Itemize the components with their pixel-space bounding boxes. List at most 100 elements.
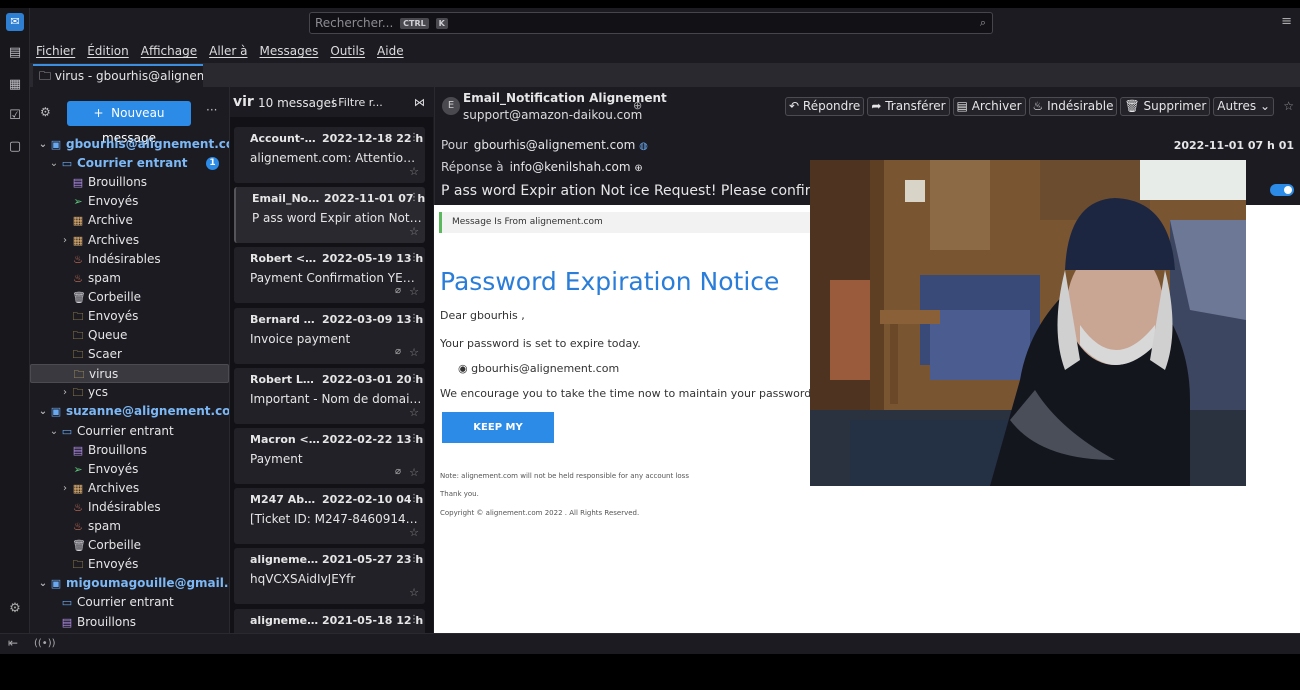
folder-row[interactable]: ▭ Courrier entrant xyxy=(30,593,229,612)
collapse-spaces-icon[interactable]: ⇤ xyxy=(8,636,18,650)
address-book-icon[interactable]: ▤ xyxy=(6,44,24,62)
calendar-icon[interactable]: ▦ xyxy=(6,76,24,94)
remote-content-toggle[interactable] xyxy=(1270,184,1294,196)
chevron-down-icon[interactable]: ⌄ xyxy=(49,422,59,441)
message-card[interactable]: Bernard <bo...2022-03-09 13 h 01Invoice … xyxy=(234,307,425,364)
star-icon[interactable]: ☆ xyxy=(409,285,419,298)
chat-icon[interactable]: ▢ xyxy=(6,138,24,156)
folder-row[interactable]: 🗑 Corbeille xyxy=(30,288,229,307)
card-menu-icon[interactable]: ⋮ xyxy=(409,373,419,384)
forward-button[interactable]: ➦ Transférer xyxy=(867,97,950,116)
global-search-input[interactable]: Rechercher... CTRL K ⌕ xyxy=(309,12,993,34)
folder-row[interactable]: ⌄ ▭ Courrier entrant 1 xyxy=(30,154,229,173)
add-contact-icon[interactable]: ⊕ xyxy=(633,99,642,112)
card-menu-icon[interactable]: ⋮ xyxy=(409,132,419,143)
to-label: Pour xyxy=(441,138,468,152)
account-row[interactable]: ⌄▣ migoumagouille@gmail.c... xyxy=(30,574,229,593)
keep-password-button[interactable]: KEEP MY PASSWORD xyxy=(442,412,554,464)
message-card[interactable]: Macron <sjo...2022-02-22 13 h 16Payment⋮… xyxy=(234,428,425,484)
folder-row[interactable]: › ▦ Archives xyxy=(30,231,229,250)
folder-row[interactable]: ➢ Envoyés xyxy=(30,460,229,479)
folder-row[interactable]: ▤ Brouillons xyxy=(30,441,229,460)
sender-email[interactable]: support@amazon-daikou.com xyxy=(463,108,642,122)
message-card[interactable]: Robert <sta...2022-05-19 13 h 16Payment … xyxy=(234,247,425,304)
activity-icon[interactable]: ((•)) xyxy=(34,638,56,649)
star-icon[interactable]: ☆ xyxy=(409,586,419,599)
folder-row[interactable]: 🗀 Envoyés xyxy=(30,307,229,326)
menu-2[interactable]: Affichage xyxy=(135,40,203,62)
chevron-right-icon[interactable]: › xyxy=(60,383,70,402)
folder-row[interactable]: ➢ Envoyés xyxy=(30,192,229,211)
folder-row[interactable]: ♨ spam xyxy=(30,517,229,536)
quick-filter-button[interactable]: ⫶ Filtre r... xyxy=(332,96,383,110)
reply-button[interactable]: ↶ Répondre xyxy=(785,97,865,116)
banner-domain: alignement.com xyxy=(529,217,603,227)
folder-row[interactable]: ♨ Indésirables xyxy=(30,250,229,269)
junk-button[interactable]: ♨ Indésirable xyxy=(1028,97,1118,116)
menu-1[interactable]: Édition xyxy=(81,40,135,62)
star-icon[interactable]: ☆ xyxy=(409,225,419,238)
message-card[interactable]: M247 Abuzu...2022-02-10 04 h 31[Ticket I… xyxy=(234,488,425,545)
chevron-down-icon: ⌄ xyxy=(1259,99,1270,113)
reply-to-address[interactable]: info@kenilshah.com xyxy=(510,160,631,174)
tasks-icon[interactable]: ☑ xyxy=(6,107,24,125)
more-options-icon[interactable]: ··· xyxy=(206,103,217,117)
card-menu-icon[interactable]: ⋮ xyxy=(409,493,419,504)
mail-space-icon[interactable]: ✉ xyxy=(6,13,24,31)
message-card[interactable]: alignement....2021-05-27 23 h 28hqVCXSAi… xyxy=(234,548,425,605)
folder-row[interactable]: ♨ spam xyxy=(30,269,229,288)
message-card[interactable]: Email_Notifi...2022-11-01 07 h 01P ass w… xyxy=(234,187,425,244)
folder-pane-settings-icon[interactable]: ⚙ xyxy=(40,105,51,119)
account-row[interactable]: ⌄ ▣ gbourhis@alignement.com xyxy=(30,135,229,154)
message-card[interactable]: Robert Lapo...2022-03-01 20 h 03Importan… xyxy=(234,367,425,424)
card-menu-icon[interactable]: ⋮ xyxy=(409,313,419,324)
card-menu-icon[interactable]: ⋮ xyxy=(409,433,419,444)
chevron-down-icon[interactable]: ⌄ xyxy=(38,402,48,421)
more-button[interactable]: Autres ⌄ xyxy=(1213,97,1274,116)
folder-row[interactable]: 🗀 Queue xyxy=(30,326,229,345)
folder-row[interactable]: 🗑 Corbeille xyxy=(30,536,229,555)
message-card[interactable]: alignement....2021-05-18 12 h 38ATTENTIO… xyxy=(234,608,425,633)
account-row[interactable]: ⌄ ▣ suzanne@alignement.com xyxy=(30,402,229,421)
chevron-right-icon[interactable]: › xyxy=(60,231,70,250)
delete-button[interactable]: 🗑 Supprimer xyxy=(1120,97,1211,116)
chevron-down-icon[interactable]: ⌄ xyxy=(38,135,48,154)
app-menu-icon[interactable]: ≡ xyxy=(1281,14,1292,29)
menu-0[interactable]: Fichier xyxy=(30,40,81,62)
archive-button[interactable]: ▤ Archiver xyxy=(952,97,1026,116)
folder-row[interactable]: 🗀 virus xyxy=(30,364,229,384)
list-view-options-icon[interactable]: ⋈ xyxy=(414,96,425,109)
folder-row[interactable]: ▤ Brouillons xyxy=(30,173,229,192)
star-icon[interactable]: ☆ xyxy=(1283,99,1294,113)
card-menu-icon[interactable]: ⋮ xyxy=(409,614,419,625)
star-icon[interactable]: ☆ xyxy=(409,526,419,539)
menu-4[interactable]: Messages xyxy=(254,40,325,62)
folder-row[interactable]: ⌄ ▭ Courrier entrant xyxy=(30,422,229,441)
card-menu-icon[interactable]: ⋮ xyxy=(409,553,419,564)
chevron-right-icon[interactable]: › xyxy=(60,479,70,498)
to-address[interactable]: gbourhis@alignement.com xyxy=(474,138,636,152)
tab-virus-folder[interactable]: 🗀 virus - gbourhis@alignement.com xyxy=(33,64,203,87)
chevron-down-icon[interactable]: ⌄ xyxy=(38,574,48,593)
card-menu-icon[interactable]: ⋮ xyxy=(409,252,419,263)
message-card[interactable]: Account-ser...2022-12-18 22 h 14aligneme… xyxy=(234,127,425,183)
folder-row[interactable]: ♨ Indésirables xyxy=(30,498,229,517)
star-icon[interactable]: ☆ xyxy=(409,406,419,419)
menu-6[interactable]: Aide xyxy=(371,40,410,62)
folder-row[interactable]: › 🗀 ycs xyxy=(30,383,229,402)
folder-row[interactable]: ▦ Archive xyxy=(30,211,229,230)
star-icon[interactable]: ☆ xyxy=(409,466,419,479)
folder-row[interactable]: 🗀 Envoyés xyxy=(30,555,229,574)
star-icon[interactable]: ☆ xyxy=(409,346,419,359)
menu-3[interactable]: Aller à xyxy=(203,40,253,62)
settings-gear-icon[interactable]: ⚙ xyxy=(6,600,24,618)
folder-row[interactable]: ▤ Brouillons xyxy=(30,613,229,632)
card-menu-icon[interactable]: ⋮ xyxy=(409,192,419,203)
star-icon[interactable]: ☆ xyxy=(409,165,419,178)
new-message-button[interactable]: + Nouveau message xyxy=(67,101,191,145)
search-icon: ⌕ xyxy=(979,16,986,29)
folder-row[interactable]: › ▦ Archives xyxy=(30,479,229,498)
chevron-down-icon[interactable]: ⌄ xyxy=(49,154,59,173)
menu-5[interactable]: Outils xyxy=(324,40,371,62)
folder-row[interactable]: 🗀 Scaer xyxy=(30,345,229,364)
